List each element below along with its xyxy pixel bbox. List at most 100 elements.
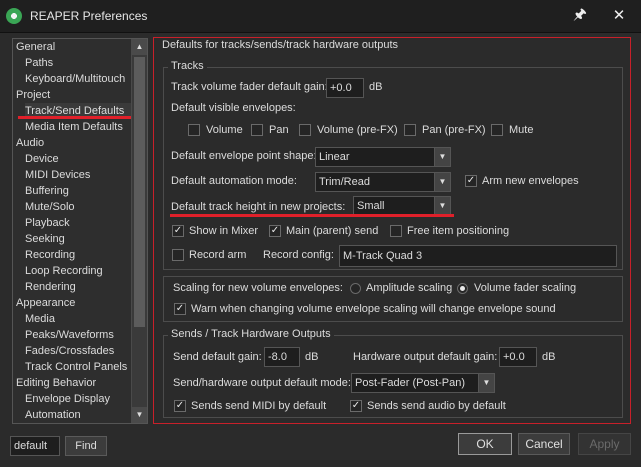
close-icon[interactable]: ✕ [608, 5, 630, 27]
arm-new-envelopes-checkbox[interactable]: ✓ [465, 175, 477, 187]
env-mute-checkbox[interactable] [491, 124, 503, 136]
env-volume-prefx-checkbox[interactable] [299, 124, 311, 136]
scaling-label: Scaling for new volume envelopes: [173, 282, 343, 294]
warn-scaling-checkbox[interactable]: ✓ [174, 303, 186, 315]
ok-button[interactable]: OK [458, 433, 512, 455]
automation-mode-label: Default automation mode: [171, 175, 297, 187]
apply-button[interactable]: Apply [578, 433, 631, 455]
send-mode-value: Post-Fader (Post-Pan) [355, 377, 466, 389]
chevron-down-icon: ▼ [434, 148, 450, 166]
tree-item-envelope-display[interactable]: Envelope Display [25, 391, 132, 407]
category-tree[interactable]: General Paths Keyboard/Multitouch Projec… [12, 38, 148, 424]
env-volume-label: Volume [206, 124, 243, 136]
env-volume-checkbox[interactable] [188, 124, 200, 136]
chevron-down-icon: ▼ [434, 173, 450, 191]
scroll-up-icon[interactable]: ▲ [132, 39, 147, 55]
chevron-down-icon: ▼ [478, 374, 494, 392]
cancel-button[interactable]: Cancel [518, 433, 570, 455]
tree-item-keyboard[interactable]: Keyboard/Multitouch [25, 71, 132, 87]
automation-mode-value: Trim/Read [319, 176, 370, 188]
env-pan-label: Pan [269, 124, 289, 136]
track-height-label: Default track height in new projects: [171, 201, 346, 213]
env-pan-prefx-checkbox[interactable] [404, 124, 416, 136]
tree-item-media[interactable]: Media [25, 311, 132, 327]
tree-item-midi-devices[interactable]: MIDI Devices [25, 167, 132, 183]
tracks-group [163, 67, 623, 270]
send-gain-unit: dB [305, 351, 319, 363]
tree-item-editing-behavior[interactable]: Editing Behavior [16, 375, 132, 391]
track-height-select[interactable]: Small ▼ [353, 196, 451, 216]
send-midi-checkbox[interactable]: ✓ [174, 400, 186, 412]
fader-scaling-label: Volume fader scaling [474, 282, 577, 294]
tree-item-peaks-waveforms[interactable]: Peaks/Waveforms [25, 327, 132, 343]
tree-item-playback[interactable]: Playback [25, 215, 132, 231]
category-list: General Paths Keyboard/Multitouch Projec… [13, 39, 132, 423]
point-shape-select[interactable]: Linear ▼ [315, 147, 451, 167]
main-parent-send-checkbox[interactable]: ✓ [269, 225, 281, 237]
hw-gain-label: Hardware output default gain: [353, 351, 498, 363]
record-arm-checkbox[interactable] [172, 249, 184, 261]
tree-item-buffering[interactable]: Buffering [25, 183, 132, 199]
tree-item-project[interactable]: Project [16, 87, 132, 103]
fader-gain-input[interactable]: +0.0 [326, 78, 364, 98]
tree-item-seeking[interactable]: Seeking [25, 231, 132, 247]
tree-item-device[interactable]: Device [25, 151, 132, 167]
tree-item-general[interactable]: General [16, 39, 132, 55]
fader-gain-unit: dB [369, 81, 383, 93]
pin-icon[interactable]: 🖈 [570, 5, 590, 25]
tree-item-recording[interactable]: Recording [25, 247, 132, 263]
tree-item-appearance[interactable]: Appearance [16, 295, 132, 311]
env-volume-prefx-label: Volume (pre-FX) [317, 124, 398, 136]
visible-envelopes-label: Default visible envelopes: [171, 102, 296, 114]
send-mode-label: Send/hardware output default mode: [173, 377, 351, 389]
fader-gain-label: Track volume fader default gain: [171, 81, 328, 93]
automation-mode-select[interactable]: Trim/Read ▼ [315, 172, 451, 192]
window-title: REAPER Preferences [30, 9, 148, 23]
scroll-thumb[interactable] [134, 57, 145, 327]
track-height-highlight-underline [170, 214, 454, 217]
record-arm-label: Record arm [189, 249, 247, 261]
send-audio-checkbox[interactable]: ✓ [350, 400, 362, 412]
send-gain-label: Send default gain: [173, 351, 262, 363]
track-height-value: Small [357, 200, 385, 212]
point-shape-label: Default envelope point shape: [171, 150, 317, 162]
send-audio-label: Sends send audio by default [367, 400, 506, 412]
fader-scaling-radio[interactable] [457, 283, 468, 294]
tree-item-audio[interactable]: Audio [16, 135, 132, 151]
search-input[interactable] [10, 436, 60, 456]
tree-item-loop-recording[interactable]: Loop Recording [25, 263, 132, 279]
record-config-label: Record config: [263, 249, 334, 261]
reaper-logo-icon [6, 8, 22, 24]
free-item-positioning-label: Free item positioning [407, 225, 510, 237]
amplitude-scaling-label: Amplitude scaling [366, 282, 453, 294]
env-pan-prefx-label: Pan (pre-FX) [422, 124, 486, 136]
tree-scrollbar[interactable]: ▲ ▼ [131, 39, 147, 423]
tree-item-paths[interactable]: Paths [25, 55, 132, 71]
tree-item-track-control-panels[interactable]: Track Control Panels [25, 359, 132, 375]
scroll-down-icon[interactable]: ▼ [132, 407, 147, 423]
tree-item-fades-crossfades[interactable]: Fades/Crossfades [25, 343, 132, 359]
send-mode-select[interactable]: Post-Fader (Post-Pan) ▼ [351, 373, 495, 393]
amplitude-scaling-radio[interactable] [350, 283, 361, 294]
hw-gain-input[interactable]: +0.0 [499, 347, 537, 367]
tree-item-rendering[interactable]: Rendering [25, 279, 132, 295]
hw-gain-unit: dB [542, 351, 556, 363]
tree-item-mute-solo[interactable]: Mute/Solo [25, 199, 132, 215]
send-gain-input[interactable]: -8.0 [264, 347, 300, 367]
tree-item-automation[interactable]: Automation [25, 407, 132, 423]
point-shape-value: Linear [319, 151, 350, 163]
show-in-mixer-label: Show in Mixer [189, 225, 259, 237]
find-button[interactable]: Find [65, 436, 107, 456]
page-title: Defaults for tracks/sends/track hardware… [162, 39, 398, 51]
send-midi-label: Sends send MIDI by default [191, 400, 327, 412]
record-config-field[interactable]: M-Track Quad 3 [339, 245, 617, 267]
env-pan-checkbox[interactable] [251, 124, 263, 136]
selection-highlight-underline [18, 116, 131, 119]
chevron-down-icon: ▼ [434, 197, 450, 215]
main-parent-send-label: Main (parent) send [286, 225, 379, 237]
tree-item-media-item-defaults[interactable]: Media Item Defaults [25, 119, 132, 135]
env-mute-label: Mute [509, 124, 534, 136]
free-item-positioning-checkbox[interactable] [390, 225, 402, 237]
show-in-mixer-checkbox[interactable]: ✓ [172, 225, 184, 237]
arm-new-envelopes-label: Arm new envelopes [482, 175, 579, 187]
